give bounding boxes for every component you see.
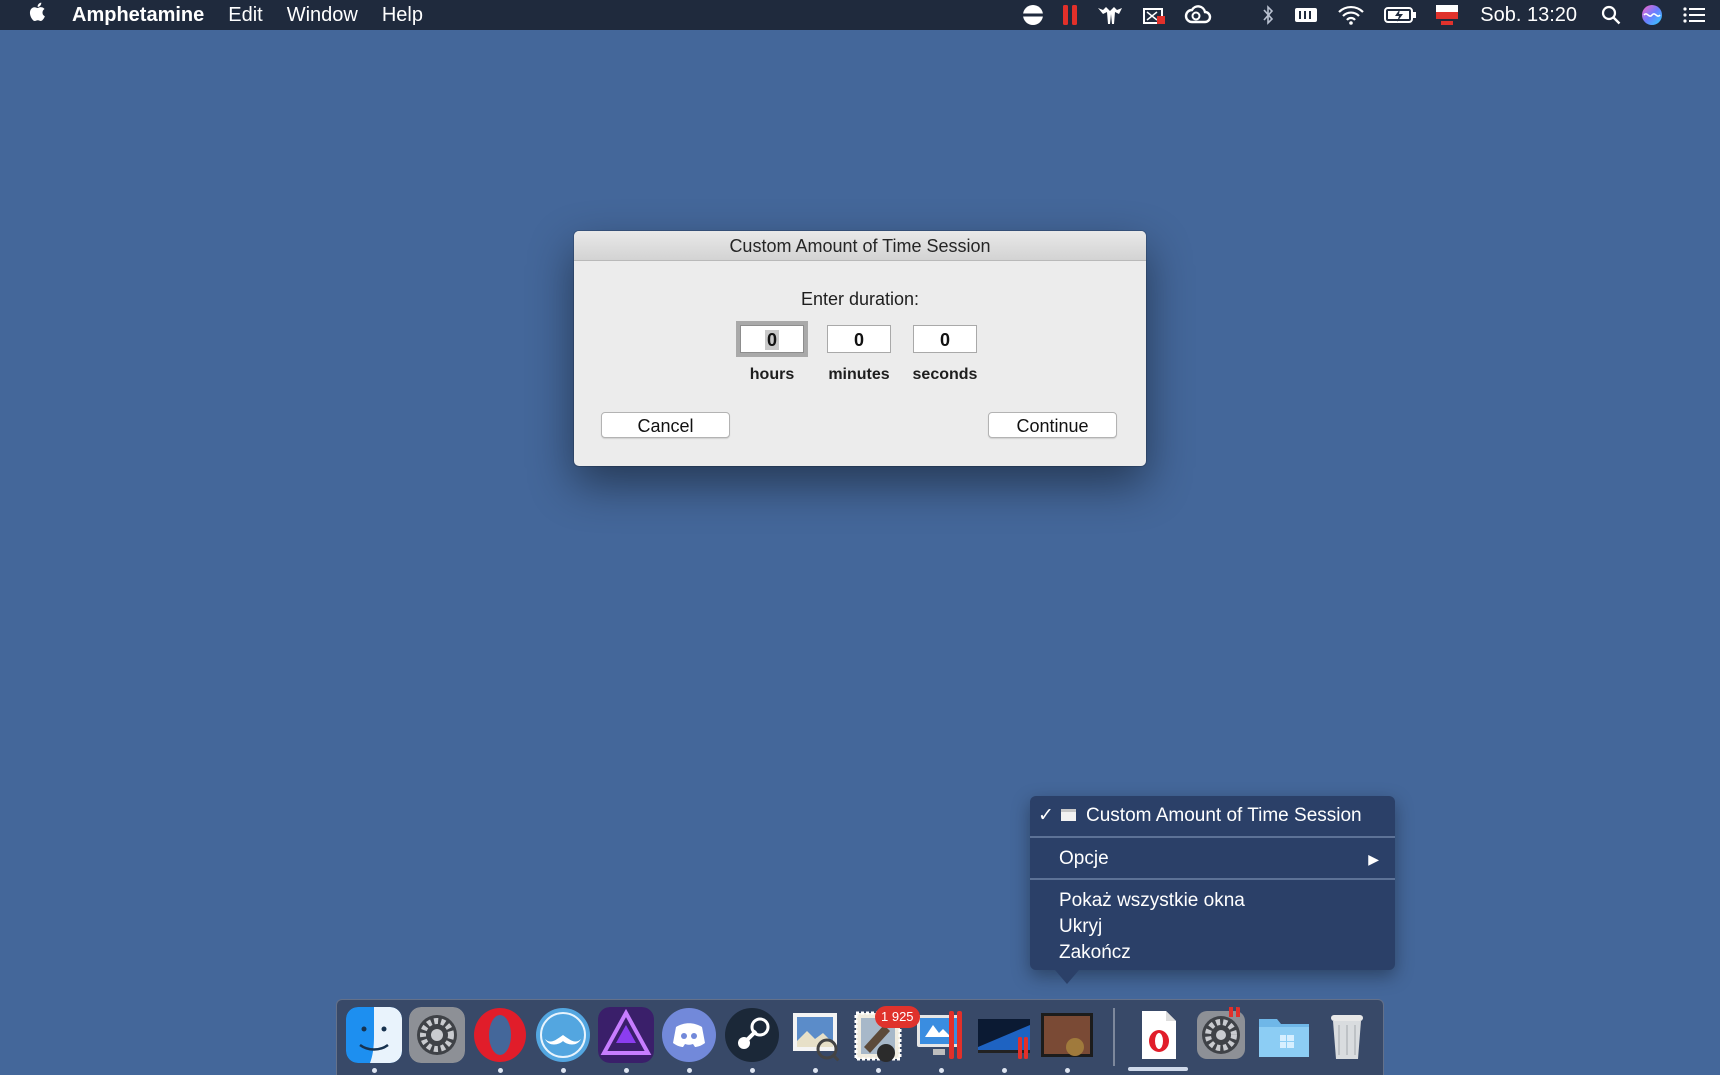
checkmark-icon: ✓	[1038, 805, 1054, 826]
wifi-icon[interactable]	[1337, 0, 1365, 30]
running-indicator	[750, 1068, 755, 1073]
menu-item-custom-session[interactable]: ✓ Custom Amount of Time Session	[1030, 804, 1395, 828]
menu-edit[interactable]: Edit	[216, 0, 274, 30]
submenu-arrow-icon: ▶	[1368, 851, 1379, 867]
context-menu-pointer	[1055, 970, 1079, 984]
hours-label: hours	[749, 366, 795, 383]
running-indicator	[1065, 1068, 1070, 1073]
running-indicator	[498, 1068, 503, 1073]
dock: 1 925	[336, 999, 1384, 1075]
running-indicator	[1002, 1068, 1007, 1073]
menu-item-options-label: Opcje	[1059, 848, 1109, 869]
menu-window[interactable]: Window	[275, 0, 370, 30]
discord-icon[interactable]	[661, 1007, 717, 1063]
menu-item-hide[interactable]: Ukryj	[1030, 915, 1395, 939]
menu-item-quit-label: Zakończ	[1059, 942, 1131, 963]
flag-pro-icon[interactable]	[1435, 0, 1459, 30]
custom-time-dialog: Custom Amount of Time Session Enter dura…	[574, 231, 1146, 466]
menubar-clock[interactable]: Sob. 13:20	[1480, 4, 1577, 27]
apple-menu-icon[interactable]	[20, 1, 56, 29]
running-indicator	[813, 1068, 818, 1073]
running-indicator	[561, 1068, 566, 1073]
ram-chip-icon[interactable]	[1293, 0, 1319, 30]
hammer-claw-icon[interactable]	[1096, 0, 1124, 30]
menu-help[interactable]: Help	[370, 0, 435, 30]
download-progress-bar	[1128, 1067, 1188, 1071]
preview-icon[interactable]	[787, 1007, 843, 1063]
running-indicator	[624, 1068, 629, 1073]
dialog-title: Custom Amount of Time Session	[574, 231, 1146, 261]
amphetamine-window-icon[interactable]	[1039, 1007, 1095, 1063]
menu-item-custom-session-label: Custom Amount of Time Session	[1086, 805, 1362, 826]
menu-separator	[1030, 836, 1395, 838]
running-indicator	[687, 1068, 692, 1073]
screenshot-tool-icon[interactable]	[1142, 0, 1166, 30]
menu-item-show-all-label: Pokaż wszystkie okna	[1059, 890, 1245, 911]
pause-bars-icon[interactable]	[1062, 0, 1078, 30]
windows-desktop-icon[interactable]	[976, 1007, 1032, 1063]
menu-bar: Amphetamine Edit Window Help Sob. 13:20	[0, 0, 1720, 30]
siri-icon[interactable]	[1640, 0, 1664, 30]
menu-item-show-all-windows[interactable]: Pokaż wszystkie okna	[1030, 889, 1395, 913]
seconds-input[interactable]: 0	[913, 325, 977, 353]
creative-cloud-icon[interactable]	[1184, 0, 1212, 30]
notification-center-icon[interactable]	[1682, 0, 1706, 30]
menu-item-quit[interactable]: Zakończ	[1030, 941, 1395, 965]
trash-icon[interactable]	[1319, 1007, 1375, 1063]
cancel-button[interactable]: Cancel	[601, 412, 730, 438]
running-indicator	[372, 1068, 377, 1073]
menu-item-options[interactable]: Opcje ▶	[1030, 847, 1395, 871]
dock-divider	[1113, 1008, 1115, 1066]
dock-context-menu: ✓ Custom Amount of Time Session Opcje ▶ …	[1030, 796, 1395, 970]
system-preferences-minimized-icon[interactable]	[1193, 1007, 1249, 1063]
bluetooth-icon[interactable]	[1261, 0, 1275, 30]
mail-badge: 1 925	[875, 1006, 920, 1028]
opera-document-icon[interactable]	[1130, 1007, 1186, 1063]
affinity-photo-icon[interactable]	[598, 1007, 654, 1063]
spotlight-search-icon[interactable]	[1600, 0, 1622, 30]
menu-app-name[interactable]: Amphetamine	[56, 0, 216, 30]
mustache-app-icon[interactable]	[535, 1007, 591, 1063]
finder-icon[interactable]	[346, 1007, 402, 1063]
folder-icon[interactable]	[1256, 1007, 1312, 1063]
minutes-input[interactable]: 0	[827, 325, 891, 353]
duration-prompt: Enter duration:	[800, 289, 920, 309]
seconds-label: seconds	[912, 366, 978, 383]
running-indicator	[876, 1068, 881, 1073]
continue-button[interactable]: Continue	[988, 412, 1117, 438]
menu-item-hide-label: Ukryj	[1059, 916, 1103, 937]
hours-input[interactable]: 0	[736, 321, 808, 357]
battery-icon[interactable]	[1383, 0, 1417, 30]
window-icon	[1061, 809, 1076, 821]
hours-value: 0	[764, 330, 779, 350]
minutes-label: minutes	[828, 366, 890, 383]
computer-screen-icon[interactable]	[913, 1007, 969, 1063]
opera-icon[interactable]	[472, 1007, 528, 1063]
running-indicator	[939, 1068, 944, 1073]
steam-icon[interactable]	[724, 1007, 780, 1063]
amphetamine-pill-icon[interactable]	[1022, 0, 1044, 30]
system-preferences-icon[interactable]	[409, 1007, 465, 1063]
menu-separator	[1030, 878, 1395, 880]
